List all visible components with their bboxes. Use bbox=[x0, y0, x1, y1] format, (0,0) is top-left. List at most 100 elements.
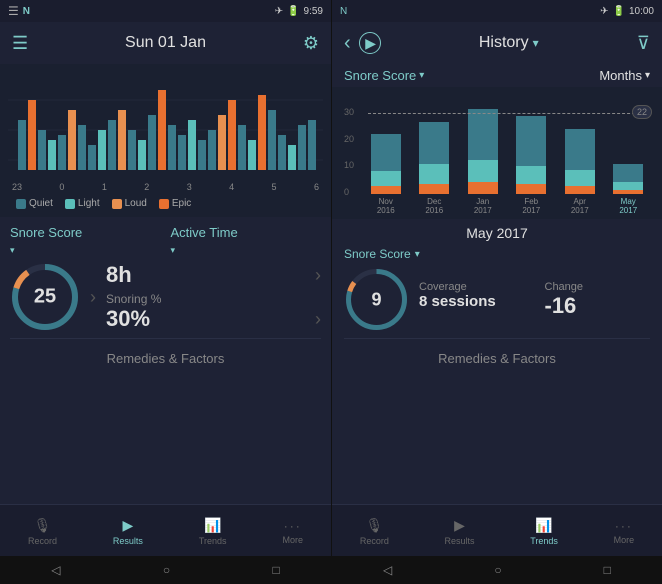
legend-loud: Loud bbox=[112, 198, 147, 209]
active-time-value: 8h bbox=[106, 262, 132, 288]
month-title: May 2017 bbox=[344, 225, 650, 241]
snore-score-month-label[interactable]: Snore Score bbox=[344, 247, 411, 261]
right-panel: N ✈ 🔋 10:00 ‹ ▶ History ▾ ⊽ Snore Score … bbox=[331, 0, 662, 584]
change-label: Change bbox=[545, 281, 651, 293]
change-col: Change -16 bbox=[545, 281, 651, 319]
time-right: 10:00 bbox=[629, 6, 654, 17]
back-button[interactable]: ◁ bbox=[51, 563, 60, 577]
bar-dec-2016[interactable]: Dec2016 bbox=[413, 122, 457, 215]
airplane-icon-right: ✈ bbox=[600, 6, 608, 17]
active-time-dropdown[interactable]: ▾ bbox=[171, 245, 176, 255]
bar-jan-2017[interactable]: Jan2017 bbox=[461, 109, 505, 215]
months-label[interactable]: Months bbox=[599, 68, 642, 83]
chart-legend: Quiet Light Loud Epic bbox=[8, 194, 323, 213]
sessions-value: 8 sessions bbox=[419, 293, 525, 310]
play-nav-icon[interactable]: ▶ bbox=[359, 32, 381, 54]
trends-icon: 📊 bbox=[204, 517, 221, 534]
snore-dropdown-arrow[interactable]: ▾ bbox=[10, 245, 15, 255]
bottom-nav-right: 🎙 Record ▶ Results 📊 Trends ··· More bbox=[332, 504, 662, 556]
more-label: More bbox=[283, 535, 304, 545]
bar-apr-2017[interactable]: Apr2017 bbox=[558, 129, 602, 215]
more-icon: ··· bbox=[284, 519, 302, 533]
legend-loud-label: Loud bbox=[125, 198, 147, 209]
active-time-chevron[interactable]: › bbox=[315, 265, 321, 286]
left-header: ☰ Sun 01 Jan ⚙ bbox=[0, 22, 331, 64]
hamburger-icon: ☰ bbox=[8, 4, 19, 18]
results-label-right: Results bbox=[445, 536, 475, 546]
record-label-right: Record bbox=[360, 536, 389, 546]
date-title: Sun 01 Jan bbox=[125, 34, 206, 52]
status-bar-right: N ✈ 🔋 10:00 bbox=[332, 0, 662, 22]
legend-epic: Epic bbox=[159, 198, 191, 209]
remedies-label: Remedies & Factors bbox=[107, 351, 225, 366]
nav-results-right[interactable]: ▶ Results bbox=[445, 517, 475, 546]
nav-more-right[interactable]: ··· More bbox=[614, 519, 635, 545]
snoring-chevron[interactable]: › bbox=[315, 309, 321, 330]
status-right-left: N bbox=[340, 6, 347, 17]
separator-right bbox=[344, 338, 650, 339]
month-right: Coverage 8 sessions Change -16 bbox=[419, 281, 650, 319]
record-label: Record bbox=[28, 536, 57, 546]
month-score-value: 9 bbox=[371, 289, 381, 310]
month-metrics: 9 Coverage 8 sessions Change -16 bbox=[344, 267, 650, 332]
nav-results-left[interactable]: ▶ Results bbox=[113, 517, 143, 546]
legend-quiet: Quiet bbox=[16, 198, 53, 209]
coverage-label: Coverage bbox=[419, 281, 525, 293]
record-icon-right: 🎙 bbox=[365, 517, 383, 534]
legend-epic-label: Epic bbox=[172, 198, 191, 209]
snore-month-dropdown[interactable]: ▾ bbox=[415, 249, 420, 260]
coverage-row: Coverage 8 sessions Change -16 bbox=[419, 281, 650, 319]
nav-record-right[interactable]: 🎙 Record bbox=[360, 517, 389, 546]
battery-icon-right: 🔋 bbox=[613, 6, 625, 17]
menu-icon[interactable]: ☰ bbox=[12, 33, 28, 54]
score-chevron[interactable]: › bbox=[90, 287, 96, 308]
nav-trends-right[interactable]: 📊 Trends bbox=[530, 517, 558, 546]
nav-more-left[interactable]: ··· More bbox=[283, 519, 304, 545]
results-icon: ▶ bbox=[123, 517, 134, 534]
nora-logo: N bbox=[23, 6, 30, 17]
legend-light: Light bbox=[65, 198, 100, 209]
month-section: May 2017 Snore Score ▾ 9 Coverage bbox=[332, 219, 662, 376]
change-value: -16 bbox=[545, 293, 651, 319]
active-time-section: 8h › Snoring % 30% › bbox=[106, 262, 321, 332]
bar-may-2017[interactable]: May2017 bbox=[607, 164, 651, 215]
recents-button-right[interactable]: □ bbox=[604, 563, 611, 577]
remedies-row-right[interactable]: Remedies & Factors bbox=[344, 345, 650, 372]
status-right: ✈ 🔋 9:59 bbox=[275, 6, 323, 17]
home-button-right[interactable]: ○ bbox=[494, 563, 501, 577]
snoring-value: 30% bbox=[106, 306, 150, 332]
settings-icon[interactable]: ⚙ bbox=[303, 33, 319, 54]
recents-button[interactable]: □ bbox=[273, 563, 280, 577]
history-dropdown-arrow[interactable]: ▾ bbox=[533, 36, 539, 50]
months-dropdown[interactable]: ▾ bbox=[645, 70, 650, 81]
metrics-labels-row: Snore Score ▾ Active Time ▾ bbox=[10, 225, 321, 258]
history-header: ‹ ▶ History ▾ ⊽ bbox=[332, 22, 662, 64]
results-icon-right: ▶ bbox=[454, 517, 465, 534]
snore-score-label[interactable]: Snore Score bbox=[10, 225, 161, 240]
status-bar-left: ☰ N ✈ 🔋 9:59 bbox=[0, 0, 331, 22]
back-button-right[interactable]: ◁ bbox=[383, 563, 392, 577]
back-nav-icon[interactable]: ‹ bbox=[344, 32, 351, 55]
nav-trends-left[interactable]: 📊 Trends bbox=[199, 517, 227, 546]
home-button[interactable]: ○ bbox=[163, 563, 170, 577]
bottom-nav-left: 🎙 Record ▶ Results 📊 Trends ··· More bbox=[0, 504, 331, 556]
bar-nov-2016[interactable]: Nov2016 bbox=[364, 134, 408, 215]
active-time-label[interactable]: Active Time bbox=[171, 225, 322, 240]
dashed-value: 22 bbox=[632, 105, 652, 119]
snore-score-circle: 25 bbox=[10, 262, 80, 332]
snoring-label: Snoring % bbox=[106, 292, 321, 306]
bar-feb-2017[interactable]: Feb2017 bbox=[510, 116, 554, 215]
status-left: ☰ N bbox=[8, 4, 30, 18]
filter-icon[interactable]: ⊽ bbox=[637, 33, 650, 54]
more-icon-right: ··· bbox=[615, 519, 633, 533]
nav-record-left[interactable]: 🎙 Record bbox=[28, 517, 57, 546]
history-nav: ‹ ▶ bbox=[344, 32, 381, 55]
sleep-chart bbox=[8, 70, 323, 180]
month-score-circle: 9 bbox=[344, 267, 409, 332]
history-title-row: History ▾ bbox=[479, 34, 539, 52]
remedies-row[interactable]: Remedies & Factors bbox=[10, 345, 321, 372]
battery-icon: 🔋 bbox=[287, 6, 299, 17]
snore-score-dropdown[interactable]: ▾ bbox=[419, 70, 424, 81]
trends-label-right: Trends bbox=[530, 536, 558, 546]
snore-score-right-label[interactable]: Snore Score bbox=[344, 68, 416, 83]
